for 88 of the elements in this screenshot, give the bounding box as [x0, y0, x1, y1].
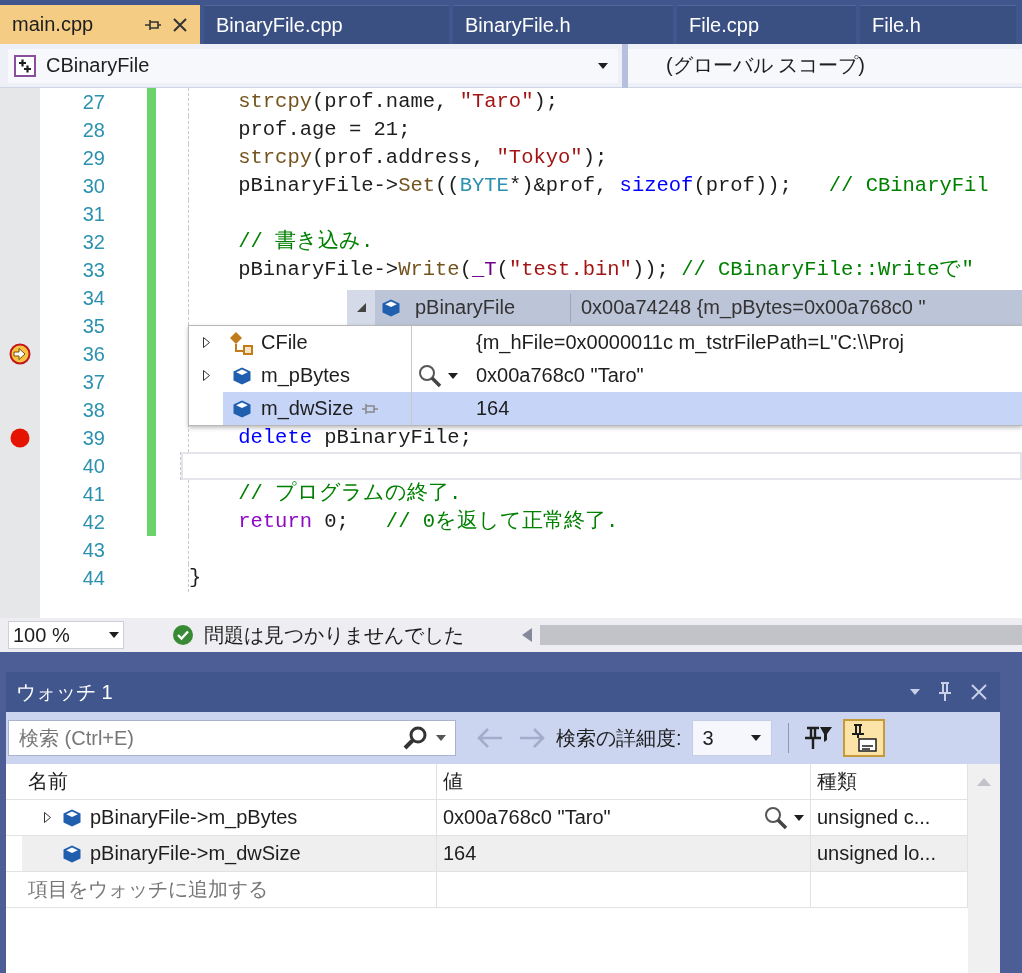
line-number: 32 [81, 230, 106, 255]
line-number: 41 [81, 482, 106, 507]
member-name[interactable]: CFile [261, 331, 308, 354]
member-name[interactable]: m_pBytes [261, 364, 350, 387]
caret-icon [448, 372, 458, 379]
expander-icon[interactable] [202, 337, 210, 348]
pin-icon[interactable] [144, 17, 162, 32]
line-number: 29 [81, 146, 106, 171]
line-number: 34 [81, 286, 106, 311]
line-number: 35 [81, 314, 106, 339]
close-icon[interactable] [172, 16, 188, 33]
member-value: {m_hFile=0x0000011c m_tstrFilePath=L"C:\\Proj [476, 331, 906, 354]
dropdown-caret-icon [910, 689, 920, 695]
horizontal-scrollbar[interactable] [540, 625, 1022, 645]
search-icon[interactable] [402, 725, 428, 751]
magnifier-icon[interactable] [418, 363, 442, 388]
file-tab[interactable]: BinaryFile.cpp [204, 5, 449, 44]
line-number: 44 [81, 566, 106, 591]
scroll-left-icon[interactable] [522, 628, 532, 642]
file-tab[interactable]: File.cpp [677, 5, 856, 44]
dropdown-caret-icon [436, 735, 446, 741]
line-number: 37 [81, 370, 106, 395]
code-line: strcpy(prof.name, "Taro"); [238, 89, 559, 115]
file-tab[interactable]: BinaryFile.h [453, 5, 673, 44]
code-line: // プログラムの終了. [238, 480, 462, 507]
variable-value: 0x00a74248 {m_pBytes=0x00a768c0 " [581, 296, 926, 319]
code-line: } [189, 565, 202, 591]
watch-type: unsigned lo... [817, 842, 936, 865]
column-header[interactable]: 値 [443, 768, 463, 795]
code-line: strcpy(prof.address, "Tokyo"); [238, 145, 608, 171]
line-number: 39 [81, 426, 106, 451]
variable-name: pBinaryFile [415, 296, 517, 319]
line-number: 28 [81, 118, 106, 143]
line-number: 33 [81, 258, 106, 283]
dropdown-caret-icon [109, 632, 119, 638]
line-number: 42 [81, 510, 106, 535]
caret-icon [794, 814, 804, 821]
check-icon [172, 624, 194, 646]
display-toggle-button[interactable] [842, 719, 885, 757]
column-header[interactable]: 名前 [28, 768, 68, 795]
line-number: 30 [81, 174, 106, 199]
column-header[interactable]: 種類 [817, 768, 857, 795]
class-icon [14, 54, 36, 77]
dropdown-caret-icon [598, 62, 608, 69]
vertical-scrollbar[interactable] [968, 764, 1000, 973]
code-line: delete pBinaryFile; [238, 425, 472, 451]
dropdown-caret-icon [750, 735, 761, 741]
pin-filter-icon[interactable] [804, 725, 833, 751]
field-icon [232, 365, 252, 386]
field-icon [381, 297, 401, 318]
watch-value: 0x00a768c0 "Taro" [443, 806, 611, 829]
line-number: 31 [81, 202, 106, 227]
line-number: 43 [81, 538, 106, 563]
zoom-dropdown[interactable]: 100 % [8, 621, 124, 649]
code-line: // 書き込み. [238, 228, 374, 255]
depth-label: 検索の詳細度: [556, 725, 682, 751]
depth-dropdown[interactable]: 3 [691, 720, 772, 756]
field-icon [232, 398, 252, 419]
member-value: 164 [476, 397, 511, 420]
breakpoint-icon[interactable] [10, 428, 30, 448]
expander-icon[interactable] [43, 812, 51, 823]
expander-icon[interactable] [202, 370, 210, 381]
issues-status: 問題は見つかりませんでした [204, 622, 464, 648]
code-line: pBinaryFile->Set((BYTE*)&prof, sizeof(prof)); // CBinaryFil [238, 173, 989, 199]
expander-icon[interactable] [356, 303, 366, 312]
watch-expression[interactable]: pBinaryFile->m_pBytes [90, 806, 298, 829]
file-tab[interactable]: File.h [860, 5, 1016, 44]
field-icon [62, 843, 82, 864]
line-number: 40 [81, 454, 106, 479]
type-scope-dropdown[interactable]: CBinaryFile [8, 48, 618, 83]
member-value: 0x00a768c0 "Taro" [476, 364, 645, 387]
member-name[interactable]: m_dwSize [261, 397, 354, 420]
code-line: return 0; // 0を返して正常終了. [238, 508, 619, 535]
watch-type: unsigned c... [817, 806, 931, 829]
watch-value: 164 [443, 842, 477, 865]
line-number: 36 [81, 342, 106, 367]
line-number: 27 [81, 90, 106, 115]
code-line: prof.age = 21; [238, 117, 411, 143]
search-field[interactable]: 検索 (Ctrl+E) [8, 720, 456, 756]
add-watch-placeholder[interactable]: 項目をウォッチに追加する [28, 876, 268, 903]
magnifier-icon[interactable] [764, 805, 788, 830]
code-line: pBinaryFile->Write(_T("test.bin")); // CBinaryFile::Writeで" [238, 257, 974, 283]
global-scope-dropdown[interactable]: (グローバル スコープ) [628, 48, 1022, 83]
panel-title: ウォッチ 1 [16, 679, 113, 705]
field-icon [62, 807, 82, 828]
class-hierarchy-icon [229, 330, 255, 355]
line-number: 38 [81, 398, 106, 423]
file-tab[interactable]: main.cpp [0, 5, 200, 44]
